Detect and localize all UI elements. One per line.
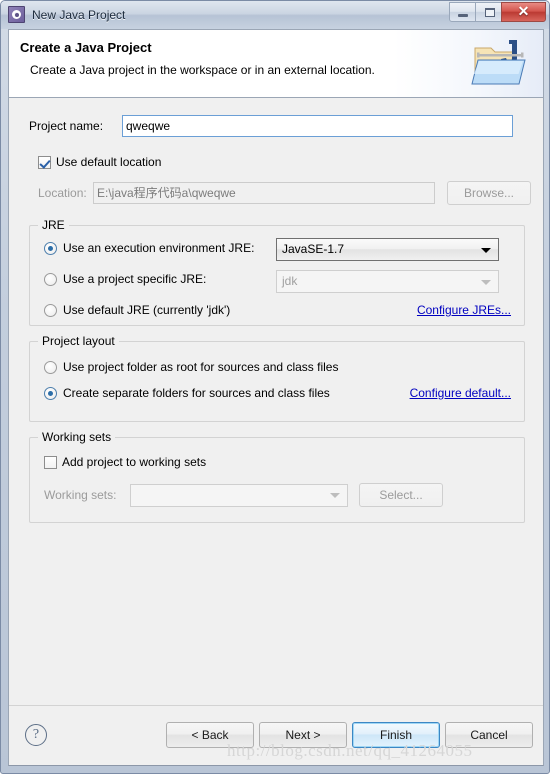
jre-option-project-specific[interactable]: Use a project specific JRE: xyxy=(44,272,206,286)
chevron-down-icon xyxy=(481,247,491,253)
minimize-button[interactable] xyxy=(449,2,476,22)
select-working-sets-button[interactable]: Select... xyxy=(359,483,443,507)
browse-button[interactable]: Browse... xyxy=(447,181,531,205)
add-project-to-working-sets-checkbox[interactable]: Add project to working sets xyxy=(44,455,206,469)
help-icon[interactable]: ? xyxy=(25,724,47,746)
add-project-to-working-sets-label: Add project to working sets xyxy=(62,455,207,469)
project-name-label: Project name: xyxy=(29,119,104,133)
use-default-location-label: Use default location xyxy=(56,155,162,169)
jre-option-default[interactable]: Use default JRE (currently 'jdk') xyxy=(44,303,230,317)
minimize-icon xyxy=(458,14,468,17)
execution-environment-combo[interactable]: JavaSE-1.7 xyxy=(276,238,499,261)
configure-default-link[interactable]: Configure default... xyxy=(410,386,511,400)
close-icon: ✕ xyxy=(517,4,530,20)
dialog-action-buttons: < Back Next > Finish Cancel xyxy=(166,722,533,748)
project-specific-jre-combo[interactable]: jdk xyxy=(276,270,499,293)
working-sets-combo[interactable] xyxy=(130,483,348,507)
maximize-icon xyxy=(485,8,495,17)
dialog-button-bar: ? < Back Next > Finish Cancel http://blo… xyxy=(9,705,543,765)
maximize-button[interactable] xyxy=(475,2,502,22)
jre-group-title: JRE xyxy=(38,218,69,232)
location-label: Location: xyxy=(38,186,87,200)
project-specific-jre-combo-value: jdk xyxy=(282,274,298,288)
finish-button[interactable]: Finish xyxy=(352,722,440,748)
dialog-window: New Java Project ✕ Create a Java Project… xyxy=(0,0,550,774)
radio-icon xyxy=(44,360,57,374)
radio-icon xyxy=(44,241,57,255)
layout-option-project-folder-label: Use project folder as root for sources a… xyxy=(63,360,339,374)
working-sets-row: Working sets: Select... xyxy=(44,483,443,507)
window-controls: ✕ xyxy=(449,2,546,22)
next-button[interactable]: Next > xyxy=(259,722,347,748)
dialog-panel: Create a Java Project Create a Java proj… xyxy=(8,29,544,766)
project-name-row: Project name: qweqwe xyxy=(29,115,513,137)
checkbox-icon xyxy=(44,455,57,469)
jre-group: JRE Use an execution environment JRE: Ja… xyxy=(29,218,525,326)
jre-option-execution-environment-label: Use an execution environment JRE: xyxy=(63,241,255,255)
cancel-button[interactable]: Cancel xyxy=(445,722,533,748)
radio-icon xyxy=(44,272,57,286)
layout-option-project-folder[interactable]: Use project folder as root for sources a… xyxy=(44,360,338,374)
configure-jres-link[interactable]: Configure JREs... xyxy=(417,303,511,317)
title-bar[interactable]: New Java Project ✕ xyxy=(1,1,549,29)
chevron-down-icon xyxy=(481,279,491,285)
java-project-folder-icon xyxy=(471,40,526,85)
wizard-body: Project name: qweqwe Use default locatio… xyxy=(9,98,543,705)
radio-icon xyxy=(44,386,57,400)
wizard-header: Create a Java Project Create a Java proj… xyxy=(9,30,543,98)
page-title: Create a Java Project xyxy=(20,40,152,55)
layout-option-separate-folders-label: Create separate folders for sources and … xyxy=(63,386,330,400)
jre-option-default-label: Use default JRE (currently 'jdk') xyxy=(63,303,231,317)
project-layout-group: Project layout Use project folder as roo… xyxy=(29,334,525,422)
title-bar-left: New Java Project xyxy=(8,6,125,23)
working-sets-group: Working sets Add project to working sets… xyxy=(29,430,525,523)
working-sets-group-title: Working sets xyxy=(38,430,116,444)
jre-option-project-specific-label: Use a project specific JRE: xyxy=(63,272,207,286)
layout-option-separate-folders[interactable]: Create separate folders for sources and … xyxy=(44,386,330,400)
close-button[interactable]: ✕ xyxy=(501,2,546,22)
project-name-input[interactable]: qweqwe xyxy=(122,115,513,137)
window-title: New Java Project xyxy=(32,7,126,22)
project-layout-group-title: Project layout xyxy=(38,334,119,348)
page-description: Create a Java project in the workspace o… xyxy=(30,63,375,77)
working-sets-label: Working sets: xyxy=(44,488,117,502)
eclipse-wizard-icon xyxy=(8,6,25,23)
location-input[interactable]: E:\java程序代码a\qweqwe xyxy=(93,182,435,204)
location-row: Location: E:\java程序代码a\qweqwe Browse... xyxy=(38,181,531,205)
execution-environment-combo-value: JavaSE-1.7 xyxy=(282,242,345,256)
chevron-down-icon xyxy=(330,493,340,498)
back-button[interactable]: < Back xyxy=(166,722,254,748)
jre-option-execution-environment[interactable]: Use an execution environment JRE: xyxy=(44,241,254,255)
use-default-location-checkbox[interactable]: Use default location xyxy=(38,155,161,169)
radio-icon xyxy=(44,303,57,317)
checkbox-icon xyxy=(38,155,51,169)
